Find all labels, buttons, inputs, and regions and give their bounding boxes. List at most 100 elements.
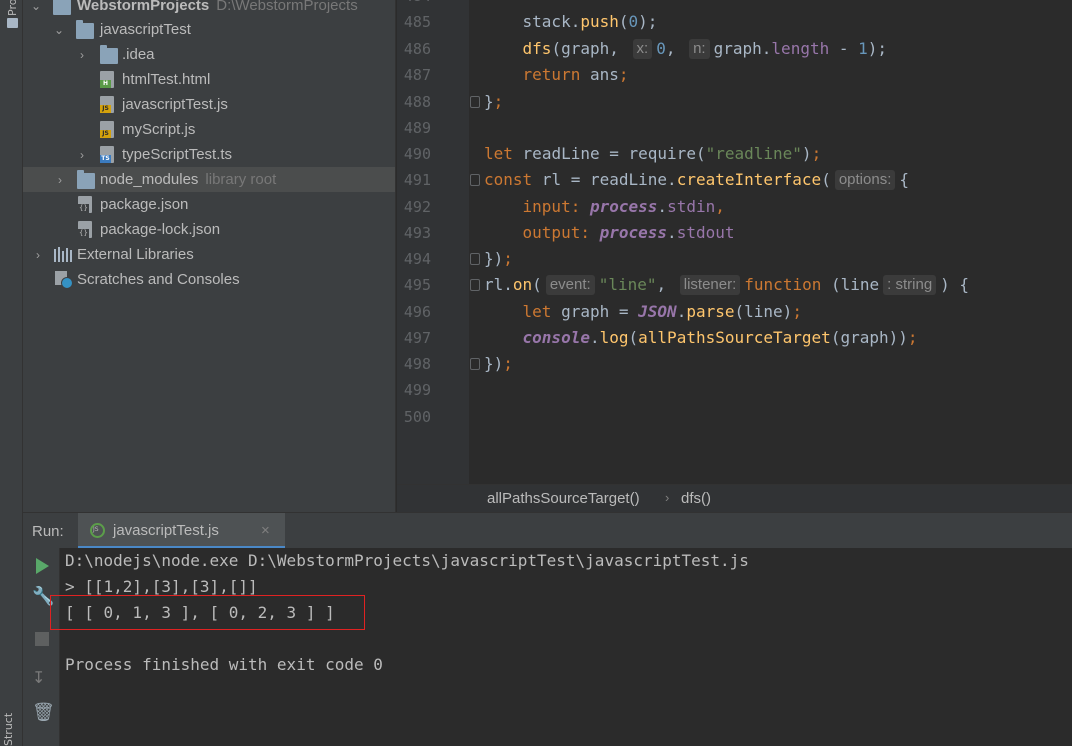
chevron-right-icon[interactable]: › xyxy=(53,173,67,187)
code-line: console.log(allPathsSourceTarget(graph))… xyxy=(522,328,918,347)
param-hint-options: options: xyxy=(834,170,896,190)
line-number: 491 xyxy=(403,171,431,189)
param-hint-event: event: xyxy=(545,275,595,295)
code-line: const rl = readLine.createInterface(opti… xyxy=(484,170,910,190)
tree-item-label: node_modules xyxy=(100,171,199,188)
line-number: 497 xyxy=(403,329,431,347)
js-file-icon: JS xyxy=(100,96,114,113)
tree-item-external-libraries[interactable]: › External Libraries xyxy=(23,242,395,267)
line-number: 489 xyxy=(403,119,431,137)
code-area[interactable]: stack.push(0); dfs(graph, x: 0, n: graph.l… xyxy=(484,0,969,512)
rerun-icon[interactable] xyxy=(36,558,49,574)
run-console[interactable]: D:\nodejs\node.exe D:\WebstormProjects\j… xyxy=(60,548,1072,746)
line-number: 494 xyxy=(403,250,431,268)
editor-gutter: 484 485 486 487 488 489 490 491 492 493 … xyxy=(397,0,469,484)
tree-item-scratches[interactable]: Scratches and Consoles xyxy=(23,267,395,292)
tree-item-myscript-js[interactable]: JS myScript.js xyxy=(23,117,395,142)
tree-item-htmltest[interactable]: H htmlTest.html xyxy=(23,67,395,92)
json-file-icon: {} xyxy=(78,196,92,213)
chevron-right-icon: › xyxy=(665,490,670,505)
code-editor[interactable]: 484 485 486 487 488 489 490 491 492 493 … xyxy=(397,0,1072,512)
project-tree: ⌄ WebstormProjects D:\WebstormProjects ⌄ … xyxy=(23,0,396,512)
tree-item-label: htmlTest.html xyxy=(122,71,211,88)
tree-item-label: javascriptTest xyxy=(100,21,191,38)
ts-file-icon: TS xyxy=(100,146,114,163)
tree-item-label: myScript.js xyxy=(122,121,196,138)
console-line: Process finished with exit code 0 xyxy=(65,655,383,674)
tree-item-javascripttest-js[interactable]: JS javascriptTest.js xyxy=(23,92,395,117)
tree-item-label: typeScriptTest.ts xyxy=(122,146,233,163)
line-number: 488 xyxy=(403,93,431,111)
chevron-right-icon[interactable]: › xyxy=(31,248,45,262)
tree-item-path-hint: D:\WebstormProjects xyxy=(216,0,358,14)
run-panel-header: Run: javascriptTest.js × xyxy=(23,512,1072,549)
breadcrumb-item[interactable]: dfs() xyxy=(681,490,711,507)
tree-item-package-json[interactable]: {} package.json xyxy=(23,192,395,217)
code-line: return ans; xyxy=(522,65,629,84)
tree-item-label: javascriptTest.js xyxy=(122,96,228,113)
code-line: }; xyxy=(484,92,504,111)
tree-item-node-modules[interactable]: › node_modules library root xyxy=(23,167,395,192)
line-number: 493 xyxy=(403,224,431,242)
editor-breadcrumb: allPathsSourceTarget() › dfs() xyxy=(397,484,1072,512)
line-number: 484 xyxy=(397,0,431,9)
code-line: rl.on(event: "line", listener: function (l… xyxy=(484,275,970,295)
folder-icon xyxy=(100,45,118,64)
wrench-icon[interactable]: 🔧 xyxy=(32,586,54,606)
tree-item-label: package-lock.json xyxy=(100,221,221,238)
tree-item-typescripttest-ts[interactable]: › TS typeScriptTest.ts xyxy=(23,142,395,167)
code-line: input: process.stdin, xyxy=(522,197,725,216)
tree-item-idea[interactable]: › .idea xyxy=(23,42,395,67)
line-number: 486 xyxy=(403,40,431,58)
scratches-icon xyxy=(55,271,73,289)
left-tool-strip: Project Structure xyxy=(0,0,23,746)
chevron-down-icon[interactable]: ⌄ xyxy=(52,23,66,37)
fold-marker-icon[interactable] xyxy=(470,96,480,108)
line-number: 487 xyxy=(403,66,431,84)
tree-item-label: Scratches and Consoles xyxy=(77,271,240,288)
param-hint-x: x: xyxy=(632,39,653,59)
run-tab-javascripttest[interactable]: javascriptTest.js × xyxy=(78,513,285,549)
console-line: D:\nodejs\node.exe D:\WebstormProjects\j… xyxy=(65,551,749,570)
folder-icon xyxy=(53,0,71,15)
chevron-right-icon[interactable]: › xyxy=(75,148,89,162)
code-line: output: process.stdout xyxy=(522,223,735,242)
line-number: 485 xyxy=(403,13,431,31)
code-line: stack.push(0); xyxy=(522,12,658,31)
trash-icon[interactable]: 🗑 xyxy=(32,702,55,722)
fold-marker-icon[interactable] xyxy=(470,174,480,186)
run-tab-label: javascriptTest.js xyxy=(113,522,219,539)
fold-marker-icon[interactable] xyxy=(470,253,480,265)
run-panel-title: Run: xyxy=(32,523,64,540)
line-number: 496 xyxy=(403,303,431,321)
param-hint-n: n: xyxy=(689,39,710,59)
close-icon[interactable]: × xyxy=(261,522,270,539)
tree-item-webstormprojects[interactable]: ⌄ WebstormProjects D:\WebstormProjects xyxy=(23,0,395,18)
js-file-icon: JS xyxy=(100,121,114,138)
breadcrumb-item[interactable]: allPathsSourceTarget() xyxy=(487,490,640,507)
folder-icon xyxy=(77,170,95,189)
structure-tool-tab[interactable]: Structure xyxy=(2,712,15,746)
tree-item-javascripttest[interactable]: ⌄ javascriptTest xyxy=(23,17,395,42)
chevron-right-icon[interactable]: › xyxy=(75,48,89,62)
line-number: 490 xyxy=(403,145,431,163)
stop-icon[interactable] xyxy=(35,632,49,646)
html-file-icon: H xyxy=(100,71,114,88)
param-hint-listener: listener: xyxy=(679,275,741,295)
scroll-to-end-icon[interactable]: ↧ xyxy=(32,668,52,688)
fold-marker-icon[interactable] xyxy=(470,279,480,291)
project-tool-tab[interactable]: Project xyxy=(3,0,20,32)
fold-marker-icon[interactable] xyxy=(470,358,480,370)
tree-item-package-lock-json[interactable]: {} package-lock.json xyxy=(23,217,395,242)
tree-item-label: WebstormProjects xyxy=(77,0,210,14)
folder-icon xyxy=(7,18,18,28)
folder-icon xyxy=(76,20,94,39)
code-line: let readLine = require("readline"); xyxy=(484,144,822,163)
library-root-hint: library root xyxy=(205,171,277,188)
line-number: 500 xyxy=(403,408,431,426)
line-number: 499 xyxy=(403,381,431,399)
project-tool-tab-label: Project xyxy=(6,0,19,16)
tree-item-label: .idea xyxy=(122,46,155,63)
json-file-icon: {} xyxy=(78,221,92,238)
chevron-down-icon[interactable]: ⌄ xyxy=(29,0,43,13)
